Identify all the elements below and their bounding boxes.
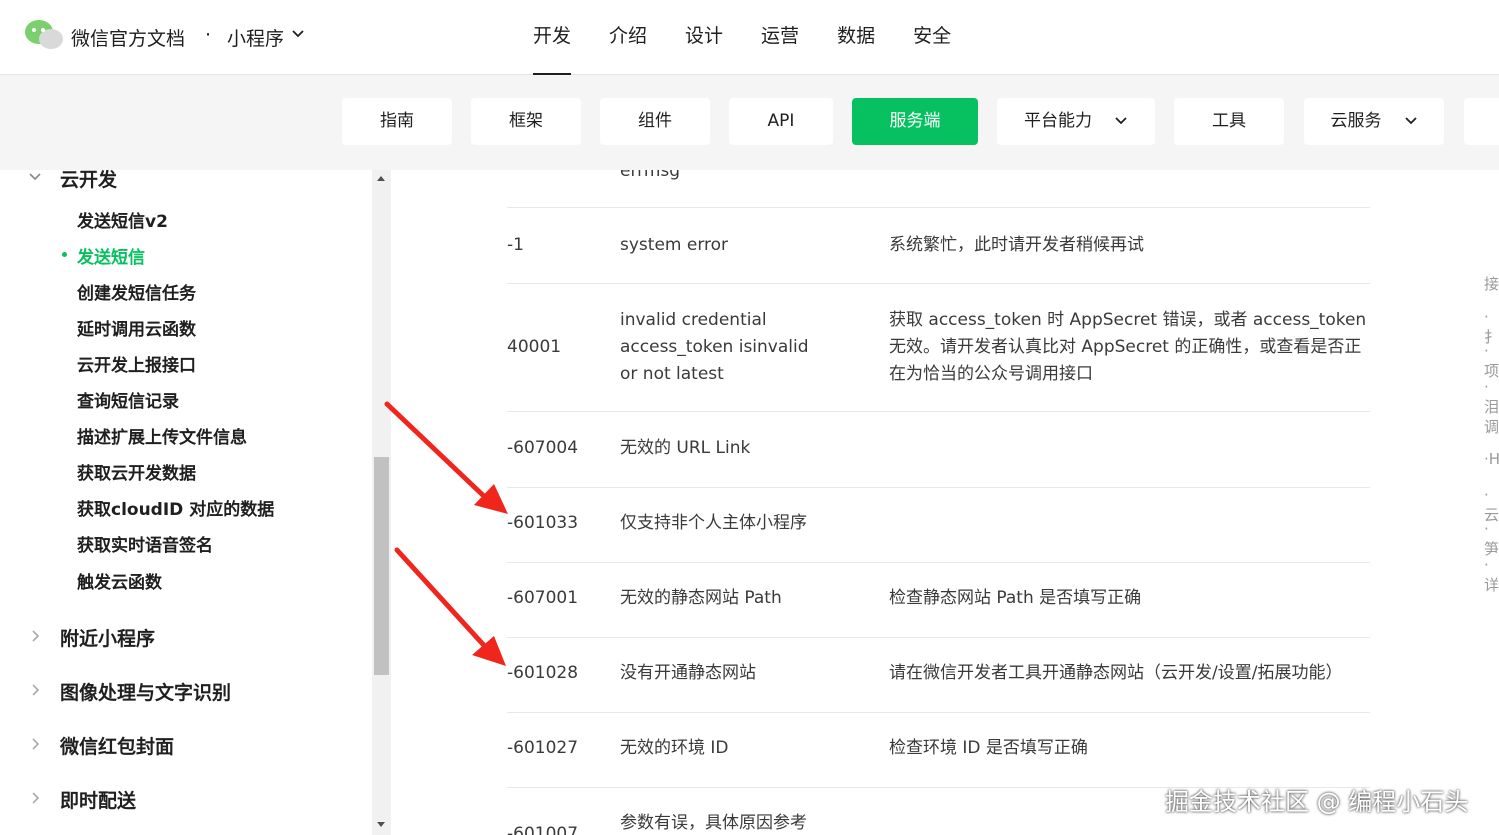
- table-cell-msg: 无效的环境 ID: [620, 738, 729, 758]
- table-row: -607001 无效的静态网站 Path 检查静态网站 Path 是否填写正确: [507, 563, 1370, 638]
- table-cell-msg: 参数有误，具体原因参考: [620, 813, 807, 833]
- tab-platform-label: 平台能力: [1024, 111, 1092, 131]
- table-cell-desc: 获取 access_token 时 AppSecret 错误，或者 access…: [889, 310, 1367, 384]
- table-cell-desc: 检查静态网站 Path 是否填写正确: [889, 588, 1142, 608]
- table-cell-msg: 仅支持非个人主体小程序: [620, 513, 807, 533]
- sidebar-item[interactable]: 云开发上报接口: [77, 351, 196, 376]
- sidebar-item[interactable]: 查询短信记录: [77, 387, 179, 412]
- table-cell-msg: 无效的静态网站 Path: [620, 588, 782, 608]
- chevron-down-icon[interactable]: [28, 170, 42, 184]
- table-cell-code: -1: [507, 235, 524, 255]
- sidebar-group-redpacket[interactable]: 微信红包封面: [60, 732, 174, 759]
- sidebar: 云开发 发送短信v2 发送短信 创建发短信任务 延时调用云函数 云开发上报接口 …: [0, 170, 372, 835]
- tab-cloud[interactable]: 云服务: [1304, 98, 1444, 145]
- chevron-right-icon[interactable]: [28, 791, 42, 805]
- sidebar-item[interactable]: 触发云函数: [77, 568, 162, 593]
- table-row: -607004 无效的 URL Link: [507, 412, 1370, 488]
- tab-more[interactable]: [1464, 98, 1499, 145]
- table-cell-msg: system error: [620, 235, 729, 255]
- table-cell-code: -601033: [507, 513, 579, 533]
- toc-item[interactable]: 调: [1484, 416, 1499, 437]
- table-row: -1 system error 系统繁忙，此时请开发者稍候再试: [507, 208, 1370, 284]
- top-header: 微信官方文档 · 小程序 开发 介绍 设计 运营 数据 安全: [0, 0, 1499, 75]
- table-cell-code: -601027: [507, 738, 579, 758]
- toc-item[interactable]: 接: [1484, 273, 1499, 294]
- watermark: 掘金技术社区 @ 编程小石头: [1165, 788, 1469, 816]
- nav-item-dev[interactable]: 开发: [514, 0, 590, 75]
- chevron-right-icon[interactable]: [28, 683, 42, 697]
- tab-components[interactable]: 组件: [600, 98, 710, 145]
- nav-item-intro[interactable]: 介绍: [590, 0, 666, 75]
- active-dot: [62, 252, 67, 257]
- table-cell-code: -601028: [507, 663, 579, 683]
- tab-api[interactable]: API: [729, 98, 833, 145]
- scroll-thumb[interactable]: [374, 457, 389, 675]
- wechat-logo-icon[interactable]: [24, 19, 64, 51]
- brand-title[interactable]: 微信官方文档: [71, 24, 185, 51]
- sub-nav: 指南 框架 组件 API 服务端 平台能力 工具 云服务: [0, 75, 1499, 170]
- toc-item[interactable]: ·泪: [1484, 378, 1499, 417]
- table-row: -601027 无效的环境 ID 检查环境 ID 是否填写正确: [507, 713, 1370, 788]
- nav-item-operation[interactable]: 运营: [742, 0, 818, 75]
- nav-item-design[interactable]: 设计: [666, 0, 742, 75]
- table-cell-msg: 没有开通静态网站: [620, 663, 756, 683]
- tab-framework[interactable]: 框架: [471, 98, 581, 145]
- tab-cloud-label: 云服务: [1330, 111, 1382, 131]
- brand-separator: ·: [205, 24, 212, 46]
- table-cell-code: -607004: [507, 438, 579, 458]
- sidebar-item[interactable]: 延时调用云函数: [77, 315, 196, 340]
- sidebar-scrollbar[interactable]: [372, 170, 391, 835]
- table-cell-code: -601007: [507, 824, 579, 835]
- tab-server[interactable]: 服务端: [852, 98, 978, 145]
- main-nav: 开发 介绍 设计 运营 数据 安全: [514, 0, 970, 75]
- table-row: -601028 没有开通静态网站 请在微信开发者工具开通静态网站（云开发/设置/…: [507, 638, 1370, 713]
- toc-item[interactable]: ·H: [1484, 450, 1499, 468]
- sidebar-group-cloud[interactable]: 云开发: [60, 170, 117, 192]
- nav-item-security[interactable]: 安全: [894, 0, 970, 75]
- sidebar-item[interactable]: 获取云开发数据: [77, 459, 196, 484]
- sidebar-group-nearby[interactable]: 附近小程序: [60, 624, 155, 651]
- toc-item[interactable]: ·笋: [1484, 520, 1499, 559]
- sidebar-item[interactable]: 获取实时语音签名: [77, 531, 213, 556]
- table-row: -601033 仅支持非个人主体小程序: [507, 488, 1370, 563]
- table-cell-msg: invalid credential access_token isinvali…: [620, 310, 809, 384]
- sidebar-group-delivery[interactable]: 即时配送: [60, 786, 136, 813]
- product-selector[interactable]: 小程序: [227, 24, 284, 51]
- sidebar-item[interactable]: 发送短信v2: [77, 207, 168, 232]
- nav-item-data[interactable]: 数据: [818, 0, 894, 75]
- sidebar-item[interactable]: 描述扩展上传文件信息: [77, 423, 247, 448]
- table-row: 40001 invalid credential access_token is…: [507, 284, 1370, 412]
- table-row: errmsg: [507, 170, 1370, 208]
- table-cell-desc: 系统繁忙，此时请开发者稍候再试: [889, 235, 1144, 255]
- sidebar-item[interactable]: 获取cloudID 对应的数据: [77, 495, 274, 520]
- chevron-down-icon: [1115, 117, 1127, 125]
- table-cell-msg: errmsg: [620, 170, 681, 181]
- table-cell-desc: 检查环境 ID 是否填写正确: [889, 738, 1088, 758]
- tab-platform[interactable]: 平台能力: [997, 98, 1155, 145]
- toc-item[interactable]: ·详: [1484, 556, 1499, 595]
- scroll-down-icon[interactable]: [377, 822, 385, 827]
- chevron-right-icon[interactable]: [28, 629, 42, 643]
- tab-tools[interactable]: 工具: [1174, 98, 1284, 145]
- table-cell-msg: 无效的 URL Link: [620, 438, 751, 458]
- chevron-down-icon: [1404, 117, 1417, 125]
- sidebar-group-image[interactable]: 图像处理与文字识别: [60, 678, 231, 705]
- chevron-down-icon[interactable]: [291, 29, 305, 39]
- scroll-up-icon[interactable]: [377, 176, 385, 181]
- table-cell-code: 40001: [507, 337, 562, 357]
- toc-item[interactable]: ·项: [1484, 342, 1499, 381]
- table-cell-desc: 请在微信开发者工具开通静态网站（云开发/设置/拓展功能）: [889, 663, 1343, 683]
- table-cell-code: -607001: [507, 588, 579, 608]
- tab-guide[interactable]: 指南: [342, 98, 452, 145]
- sidebar-item[interactable]: 创建发短信任务: [77, 279, 196, 304]
- main-content: errmsg -1 system error 系统繁忙，此时请开发者稍候再试 4…: [391, 170, 1499, 835]
- chevron-right-icon[interactable]: [28, 737, 42, 751]
- sidebar-item-active[interactable]: 发送短信: [77, 243, 145, 268]
